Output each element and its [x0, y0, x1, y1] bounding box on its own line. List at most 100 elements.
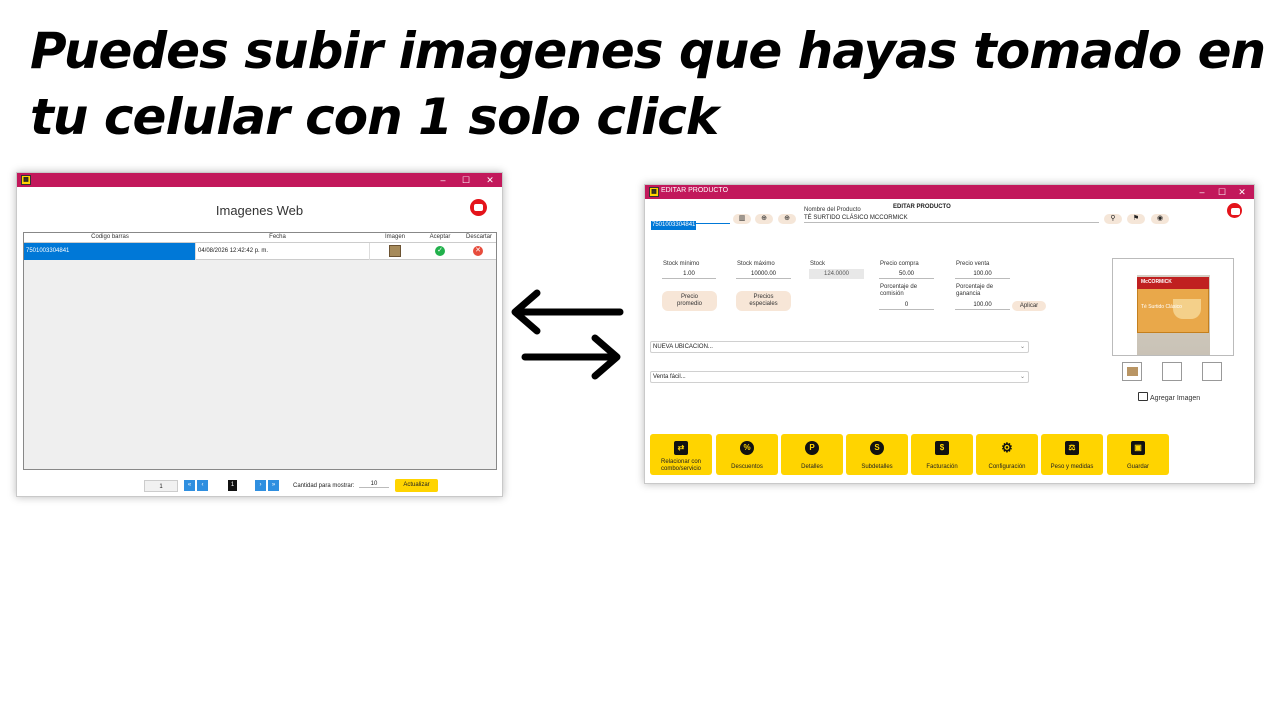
minimize-button[interactable]: –: [437, 174, 449, 186]
location-select[interactable]: NUEVA UBICACION... ⌄: [650, 341, 1029, 353]
stock-max-label: Stock máximo: [737, 261, 775, 267]
zoom-button[interactable]: ⊕: [778, 214, 796, 224]
relate-combo-button[interactable]: ⇄ Relacionar con combo/servicio: [650, 434, 712, 475]
image-thumb-3[interactable]: [1202, 362, 1222, 381]
close-button[interactable]: ✕: [484, 174, 496, 186]
search-button[interactable]: ⚲: [1104, 214, 1122, 224]
page-number-input[interactable]: 1: [144, 480, 178, 492]
sale-select[interactable]: Venta fácil... ⌄: [650, 371, 1029, 383]
tile-label: Descuentos: [731, 464, 763, 470]
accept-icon[interactable]: ✓: [435, 246, 445, 256]
maximize-button[interactable]: ☐: [460, 174, 472, 186]
barcode-input[interactable]: 7501003304841: [651, 213, 730, 230]
column-header-barcode[interactable]: Codigo barras: [24, 234, 196, 240]
title-bar: ▦ EDITAR PRODUCTO – ☐ ✕: [645, 185, 1254, 199]
product-image-frame[interactable]: McCORMICK Té Surtido Clásico: [1112, 258, 1234, 356]
date-cell[interactable]: 04/08/2026 12:42:42 p. m.: [196, 243, 370, 260]
relate-icon: ⇄: [674, 441, 688, 455]
chevron-down-icon: ⌄: [1019, 344, 1025, 350]
product-name-input[interactable]: TÉ SURTIDO CLÁSICO MCCORMICK: [804, 213, 1099, 223]
discounts-button[interactable]: % Descuentos: [716, 434, 778, 475]
add-image-icon: [1138, 392, 1148, 401]
billing-button[interactable]: $ Facturación: [911, 434, 973, 475]
minimize-button[interactable]: –: [1196, 186, 1208, 198]
next-page-button[interactable]: ›: [255, 480, 266, 491]
configuration-button[interactable]: ⚙ Configuración: [976, 434, 1038, 475]
headline: Puedes subir imagenes que hayas tomado e…: [30, 22, 1266, 146]
product-box-label: Té Surtido Clásico: [1141, 304, 1182, 310]
average-price-label-2: promedio: [676, 301, 702, 307]
save-icon: ▣: [1131, 441, 1145, 455]
barcode-cell[interactable]: 7501003304841: [24, 243, 196, 260]
add-circle-button[interactable]: ⊕: [755, 214, 773, 224]
buy-price-label: Precio compra: [880, 261, 919, 267]
location-pin-button[interactable]: ⚑: [1127, 214, 1145, 224]
save-button[interactable]: ▣ Guardar: [1107, 434, 1169, 475]
sell-price-input[interactable]: 100.00: [955, 269, 1010, 279]
profit-input[interactable]: 100.00: [955, 300, 1010, 310]
subdetails-button[interactable]: S Subdetalles: [846, 434, 908, 475]
commission-label: Porcentaje de comisión: [880, 284, 917, 298]
commission-input[interactable]: 0: [879, 300, 934, 310]
special-prices-button[interactable]: Precios especiales: [736, 291, 791, 311]
window-title: EDITAR PRODUCTO: [661, 187, 729, 194]
grid-header: Codigo barras Fecha Imagen Aceptar Desca…: [24, 233, 496, 243]
tile-label: Guardar: [1126, 464, 1149, 470]
tile-label: Subdetalles: [861, 464, 893, 470]
billing-icon: $: [935, 441, 949, 455]
imagenes-web-window: ▦ – ☐ ✕ Imagenes Web Codigo barras Fecha…: [16, 172, 503, 497]
special-prices-label-1: Precios: [753, 294, 774, 300]
product-brand: McCORMICK: [1141, 279, 1172, 285]
tile-label: Facturación: [926, 464, 958, 470]
prev-page-button[interactable]: ‹: [197, 480, 208, 491]
details-button[interactable]: P Detalles: [781, 434, 843, 475]
last-page-button[interactable]: »: [268, 480, 279, 491]
table-row[interactable]: 7501003304841 04/08/2026 12:42:42 p. m. …: [24, 243, 496, 260]
profit-label-line-2: ganancia: [956, 291, 981, 297]
image-thumb-1[interactable]: [1122, 362, 1142, 381]
swap-arrows-icon: [511, 289, 624, 380]
maximize-button[interactable]: ☐: [1216, 186, 1228, 198]
editar-producto-window: ▦ EDITAR PRODUCTO – ☐ ✕ EDITAR PRODUCTO …: [644, 184, 1255, 484]
subdetails-icon: S: [870, 441, 884, 455]
gear-icon: ⚙: [1001, 440, 1013, 455]
buy-price-input[interactable]: 50.00: [879, 269, 934, 279]
column-header-accept[interactable]: Aceptar: [420, 234, 460, 240]
show-count-label: Cantidad para mostrar:: [293, 483, 355, 489]
current-page-indicator: 1: [228, 480, 237, 491]
refresh-button[interactable]: Actualizar: [395, 479, 438, 492]
tile-label: Peso y medidas: [1050, 464, 1094, 470]
weight-icon: ⚖: [1065, 441, 1079, 455]
stock-min-input[interactable]: 1.00: [662, 269, 716, 279]
average-price-button[interactable]: Precio promedio: [662, 291, 717, 311]
page-title: Imagenes Web: [215, 203, 304, 218]
app-logo-icon: ▦: [21, 175, 31, 185]
youtube-icon[interactable]: [470, 199, 487, 216]
first-page-button[interactable]: «: [184, 480, 195, 491]
stock-min-label: Stock mínimo: [663, 261, 700, 267]
tile-label-line-1: Relacionar con: [660, 459, 702, 465]
add-image-button[interactable]: Agregar Imagen: [1138, 392, 1200, 402]
app-logo-icon: ▦: [649, 187, 659, 197]
show-count-input[interactable]: 10: [359, 481, 389, 488]
profit-label: Porcentaje de ganancia: [956, 284, 993, 298]
add-image-label: Agregar Imagen: [1150, 395, 1201, 402]
column-header-date[interactable]: Fecha: [196, 234, 359, 240]
details-icon: P: [805, 441, 819, 455]
location-select-value: NUEVA UBICACION...: [653, 344, 713, 350]
column-header-discard[interactable]: Descartar: [460, 234, 498, 240]
youtube-icon[interactable]: [1227, 203, 1242, 218]
product-thumbnail[interactable]: [389, 245, 401, 257]
stock-max-input[interactable]: 10000.00: [736, 269, 791, 279]
apply-button[interactable]: Aplicar: [1012, 301, 1046, 311]
discard-icon[interactable]: ✕: [473, 246, 483, 256]
image-thumb-2[interactable]: [1162, 362, 1182, 381]
view-button[interactable]: ◉: [1151, 214, 1169, 224]
sale-select-value: Venta fácil...: [653, 374, 686, 380]
title-bar: ▦ – ☐ ✕: [17, 173, 502, 187]
special-prices-label-2: especiales: [749, 301, 778, 307]
close-button[interactable]: ✕: [1236, 186, 1248, 198]
column-header-image[interactable]: Imagen: [370, 234, 420, 240]
barcode-generate-button[interactable]: ▥: [733, 214, 751, 224]
weight-measures-button[interactable]: ⚖ Peso y medidas: [1041, 434, 1103, 475]
